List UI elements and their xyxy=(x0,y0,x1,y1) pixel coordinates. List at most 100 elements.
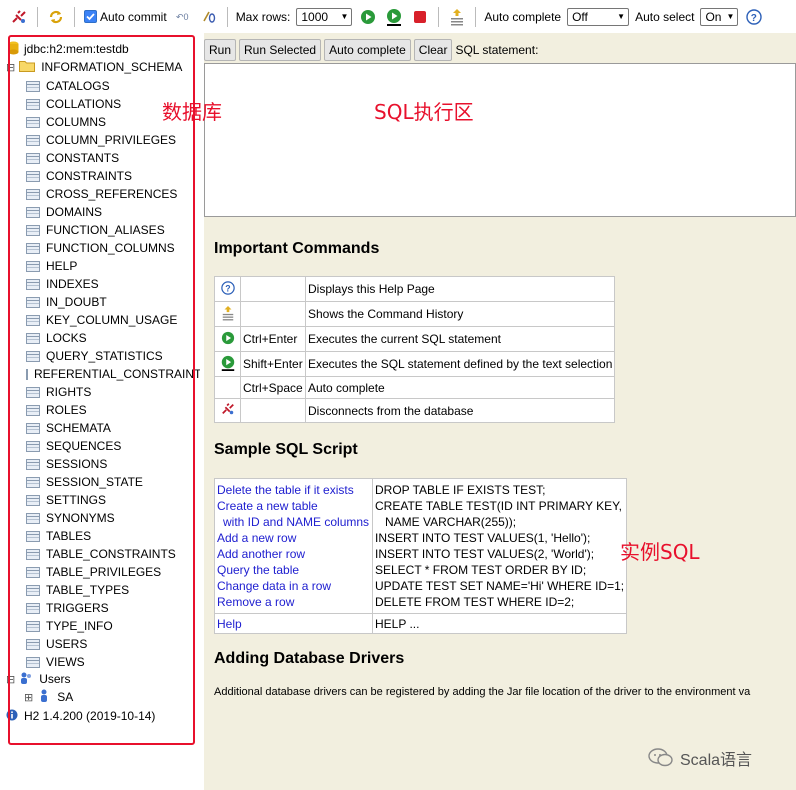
tree-table-item[interactable]: TRIGGERS xyxy=(26,599,200,617)
tree-table-item[interactable]: SCHEMATA xyxy=(26,419,200,437)
table-label: HELP xyxy=(46,259,78,273)
stop-icon[interactable] xyxy=(411,8,429,26)
tree-table-item[interactable]: TABLE_TYPES xyxy=(26,581,200,599)
history-icon[interactable] xyxy=(448,8,466,26)
help-link[interactable]: Help xyxy=(214,613,373,634)
rollback-icon[interactable]: ↶0 xyxy=(174,8,192,26)
table-icon xyxy=(26,188,40,200)
commit-icon[interactable] xyxy=(200,8,218,26)
auto-complete-value: Off xyxy=(572,9,588,24)
sample-link[interactable]: Create a new table xyxy=(217,498,370,514)
table-icon xyxy=(26,512,40,524)
tree-table-item[interactable]: SETTINGS xyxy=(26,491,200,509)
tree-connection[interactable]: jdbc:h2:mem:testdb xyxy=(8,40,129,58)
tree-table-item[interactable]: USERS xyxy=(26,635,200,653)
tree-table-item[interactable]: TYPE_INFO xyxy=(26,617,200,635)
table-label: CONSTANTS xyxy=(46,151,120,165)
tree-table-item[interactable]: SEQUENCES xyxy=(26,437,200,455)
annotation-database: 数据库 xyxy=(162,100,222,124)
tree-schema[interactable]: ⊟ INFORMATION_SCHEMA xyxy=(6,58,182,76)
command-row: Shows the Command History xyxy=(214,301,616,327)
auto-complete-label: Auto complete xyxy=(484,9,562,24)
auto-select-select[interactable]: On ▼ xyxy=(700,7,739,26)
tree-table-item[interactable]: CATALOGS xyxy=(26,77,200,95)
tree-table-item[interactable]: INDEXES xyxy=(26,275,200,293)
svg-text:↶0: ↶0 xyxy=(176,12,189,22)
tree-table-item[interactable]: DOMAINS xyxy=(26,203,200,221)
tree-table-item[interactable]: CONSTRAINTS xyxy=(26,167,200,185)
disconnect-icon[interactable] xyxy=(10,8,28,26)
table-icon xyxy=(26,368,28,380)
tree-table-item[interactable]: CROSS_REFERENCES xyxy=(26,185,200,203)
sample-link[interactable]: Add a new row xyxy=(217,530,370,546)
run-icon[interactable] xyxy=(359,8,377,26)
command-key xyxy=(240,398,306,423)
tree-table-item[interactable]: TABLE_PRIVILEGES xyxy=(26,563,200,581)
tree-table-item[interactable]: REFERENTIAL_CONSTRAINTS xyxy=(26,365,200,383)
run-selected-icon[interactable] xyxy=(385,8,403,26)
tree-table-item[interactable]: VIEWS xyxy=(26,653,200,671)
tree-table-item[interactable]: ROLES xyxy=(26,401,200,419)
watermark: Scala语言 xyxy=(648,746,752,773)
run-button[interactable]: Run xyxy=(204,39,237,61)
drivers-title: Adding Database Drivers xyxy=(214,650,405,667)
refresh-icon[interactable] xyxy=(47,8,65,26)
tree-table-item[interactable]: TABLE_CONSTRAINTS xyxy=(26,545,200,563)
table-label: COLLATIONS xyxy=(46,97,122,111)
wechat-icon xyxy=(648,748,674,773)
tree-user-sa[interactable]: ⊞ SA xyxy=(24,688,73,706)
sample-link[interactable]: Query the table xyxy=(217,562,370,578)
tree-table-item[interactable]: COLUMN_PRIVILEGES xyxy=(26,131,200,149)
tree-table-item[interactable]: RIGHTS xyxy=(26,383,200,401)
table-icon xyxy=(26,134,40,146)
sample-link[interactable]: Remove a row xyxy=(217,594,370,610)
auto-commit-checkbox[interactable] xyxy=(84,10,97,23)
tree-table-item[interactable]: SESSION_STATE xyxy=(26,473,200,491)
run-selected-button[interactable]: Run Selected xyxy=(239,39,322,61)
clear-button[interactable]: Clear xyxy=(413,39,453,61)
tree-table-item[interactable]: FUNCTION_COLUMNS xyxy=(26,239,200,257)
collapse-icon[interactable]: ⊟ xyxy=(6,673,15,686)
sample-link[interactable]: Delete the table if it exists xyxy=(217,482,370,498)
table-icon xyxy=(26,170,40,182)
table-label: ROLES xyxy=(46,403,87,417)
tree-table-item[interactable]: CONSTANTS xyxy=(26,149,200,167)
tree-table-item[interactable]: HELP xyxy=(26,257,200,275)
table-label: CONSTRAINTS xyxy=(46,169,133,183)
command-key xyxy=(240,276,306,302)
history-icon xyxy=(214,301,241,327)
table-label: REFERENTIAL_CONSTRAINTS xyxy=(34,367,200,381)
auto-commit-label: Auto commit xyxy=(100,9,167,24)
table-label: KEY_COLUMN_USAGE xyxy=(46,313,178,327)
auto-complete-select[interactable]: Off ▼ xyxy=(567,7,630,26)
sample-link[interactable]: Add another row xyxy=(217,546,370,562)
sample-link[interactable]: with ID and NAME columns xyxy=(217,514,370,530)
tree-users[interactable]: ⊟ Users xyxy=(6,670,71,688)
table-icon xyxy=(26,350,40,362)
sample-sql-row: Delete the table if it exists Create a n… xyxy=(214,478,628,614)
sql-editor[interactable] xyxy=(204,63,796,217)
max-rows-value: 1000 xyxy=(301,9,329,24)
sample-sql-line: CREATE TABLE TEST(ID INT PRIMARY KEY, xyxy=(375,499,622,513)
tree-table-item[interactable]: LOCKS xyxy=(26,329,200,347)
empty-cell xyxy=(214,376,241,399)
sample-link[interactable]: Change data in a row xyxy=(217,578,370,594)
tree-table-item[interactable]: TABLES xyxy=(26,527,200,545)
collapse-icon[interactable]: ⊟ xyxy=(6,61,15,74)
command-row: Ctrl+Space Auto complete xyxy=(214,376,616,399)
tree-table-item[interactable]: FUNCTION_ALIASES xyxy=(26,221,200,239)
auto-complete-button[interactable]: Auto complete xyxy=(324,39,411,61)
expand-icon[interactable]: ⊞ xyxy=(24,691,33,704)
table-icon xyxy=(26,548,40,560)
tree-table-item[interactable]: QUERY_STATISTICS xyxy=(26,347,200,365)
tree-table-item[interactable]: KEY_COLUMN_USAGE xyxy=(26,311,200,329)
tree-table-item[interactable]: SESSIONS xyxy=(26,455,200,473)
table-label: TABLE_PRIVILEGES xyxy=(46,565,162,579)
sample-sql-line: DROP TABLE IF EXISTS TEST; xyxy=(375,483,546,497)
command-desc: Auto complete xyxy=(304,376,616,399)
tree-table-item[interactable]: IN_DOUBT xyxy=(26,293,200,311)
help-icon[interactable]: ? xyxy=(745,8,763,26)
drivers-text: Additional database drivers can be regis… xyxy=(214,686,751,698)
max-rows-select[interactable]: 1000 ▼ xyxy=(296,7,353,26)
tree-table-item[interactable]: SYNONYMS xyxy=(26,509,200,527)
